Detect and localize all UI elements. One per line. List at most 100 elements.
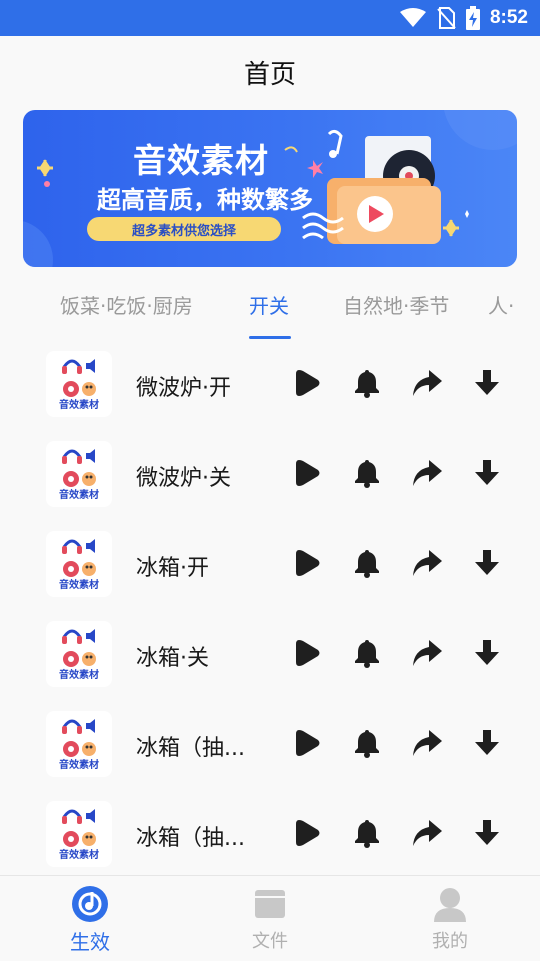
download-button[interactable]: [470, 546, 504, 580]
download-icon: [475, 550, 499, 575]
share-button[interactable]: [410, 456, 444, 490]
set-ringtone-button[interactable]: [350, 366, 384, 400]
share-icon: [413, 550, 442, 576]
nav-effects[interactable]: 生效: [0, 876, 180, 961]
share-icon: [413, 730, 442, 756]
promo-banner[interactable]: 音效素材 超高音质，种数繁多 超多素材供您选择: [23, 110, 517, 267]
headphone-mic-icon: [62, 719, 96, 757]
headphone-mic-icon: [62, 539, 96, 577]
headphone-mic-icon: [62, 449, 96, 487]
wifi-icon: [399, 8, 426, 27]
share-icon: [413, 460, 442, 486]
play-icon: [296, 640, 320, 666]
no-sim-icon: [437, 7, 456, 29]
folder-icon: [255, 890, 285, 918]
thumbnail-caption: 音效素材: [59, 760, 99, 771]
play-button[interactable]: [290, 636, 324, 670]
bell-icon: [355, 820, 379, 848]
thumbnail-caption: 音效素材: [59, 670, 99, 681]
share-button[interactable]: [410, 366, 444, 400]
play-button[interactable]: [290, 366, 324, 400]
status-icons: 8:52: [399, 6, 528, 30]
play-button[interactable]: [290, 816, 324, 850]
nav-profile[interactable]: 我的: [360, 876, 540, 961]
sound-thumbnail: 音效素材: [46, 531, 112, 597]
headphone-mic-icon: [62, 629, 96, 667]
play-icon: [296, 820, 320, 846]
download-icon: [475, 460, 499, 485]
nav-label: 文件: [252, 931, 288, 952]
share-icon: [413, 820, 442, 846]
bell-icon: [355, 460, 379, 488]
sound-thumbnail: 音效素材: [46, 351, 112, 417]
category-tabs: 饭菜·吃饭·厨房 开关 自然地·季节 人·: [0, 278, 540, 340]
sound-title: 冰箱（抽...: [136, 736, 245, 761]
sound-thumbnail: 音效素材: [46, 621, 112, 687]
bell-icon: [355, 730, 379, 758]
nav-label: 我的: [432, 931, 468, 952]
nav-label: 生效: [70, 930, 110, 954]
tab-people[interactable]: 人·: [488, 290, 514, 319]
status-time: 8:52: [489, 7, 528, 28]
download-button[interactable]: [470, 816, 504, 850]
play-button[interactable]: [290, 456, 324, 490]
share-button[interactable]: [410, 546, 444, 580]
bell-icon: [355, 550, 379, 578]
share-icon: [413, 370, 442, 396]
play-icon: [296, 550, 320, 576]
headphone-mic-icon: [62, 809, 96, 847]
status-bar: 8:52: [0, 0, 540, 36]
list-item[interactable]: 音效素材 微波炉·开: [0, 340, 540, 430]
sound-title: 冰箱·开: [136, 556, 209, 581]
bottom-nav: 生效 文件 我的: [0, 875, 540, 960]
sound-thumbnail: 音效素材: [46, 441, 112, 507]
battery-charging-icon: [465, 6, 480, 30]
list-item[interactable]: 音效素材 冰箱·开: [0, 520, 540, 610]
play-button[interactable]: [290, 546, 324, 580]
download-icon: [475, 370, 499, 395]
download-button[interactable]: [470, 726, 504, 760]
sound-title: 微波炉·关: [136, 466, 231, 491]
title-bar: 首页: [0, 36, 540, 108]
share-button[interactable]: [410, 636, 444, 670]
thumbnail-caption: 音效素材: [59, 850, 99, 861]
list-item[interactable]: 音效素材 冰箱（抽...: [0, 790, 540, 874]
sound-thumbnail: 音效素材: [46, 801, 112, 867]
sound-title: 冰箱·关: [136, 646, 209, 671]
thumbnail-caption: 音效素材: [59, 400, 99, 411]
set-ringtone-button[interactable]: [350, 456, 384, 490]
play-button[interactable]: [290, 726, 324, 760]
play-icon: [296, 370, 320, 396]
set-ringtone-button[interactable]: [350, 816, 384, 850]
banner-pill: 超多素材供您选择: [87, 217, 281, 241]
download-icon: [475, 820, 499, 845]
tab-switch[interactable]: 开关: [249, 290, 289, 319]
banner-subtitle: 超高音质，种数繁多: [97, 186, 313, 214]
tab-kitchen[interactable]: 饭菜·吃饭·厨房: [60, 290, 193, 319]
share-button[interactable]: [410, 816, 444, 850]
download-button[interactable]: [470, 636, 504, 670]
sound-list: 音效素材 微波炉·开 音效素材 微波炉·关 音效素材 冰箱·开 音效素材 冰箱·关 音效素材 冰箱…: [0, 340, 540, 874]
bell-icon: [355, 370, 379, 398]
thumbnail-caption: 音效素材: [59, 490, 99, 501]
download-button[interactable]: [470, 366, 504, 400]
share-button[interactable]: [410, 726, 444, 760]
share-icon: [413, 640, 442, 666]
banner-title: 音效素材: [133, 141, 269, 180]
sound-title: 冰箱（抽...: [136, 826, 245, 851]
play-icon: [296, 730, 320, 756]
headphone-mic-icon: [62, 359, 96, 397]
music-disc-icon: [72, 886, 108, 922]
tab-nature-season[interactable]: 自然地·季节: [343, 290, 449, 319]
sound-thumbnail: 音效素材: [46, 711, 112, 777]
list-item[interactable]: 音效素材 冰箱·关: [0, 610, 540, 700]
list-item[interactable]: 音效素材 微波炉·关: [0, 430, 540, 520]
bell-icon: [355, 640, 379, 668]
download-icon: [475, 640, 499, 665]
set-ringtone-button[interactable]: [350, 726, 384, 760]
set-ringtone-button[interactable]: [350, 546, 384, 580]
nav-files[interactable]: 文件: [180, 876, 360, 961]
list-item[interactable]: 音效素材 冰箱（抽...: [0, 700, 540, 790]
download-button[interactable]: [470, 456, 504, 490]
set-ringtone-button[interactable]: [350, 636, 384, 670]
